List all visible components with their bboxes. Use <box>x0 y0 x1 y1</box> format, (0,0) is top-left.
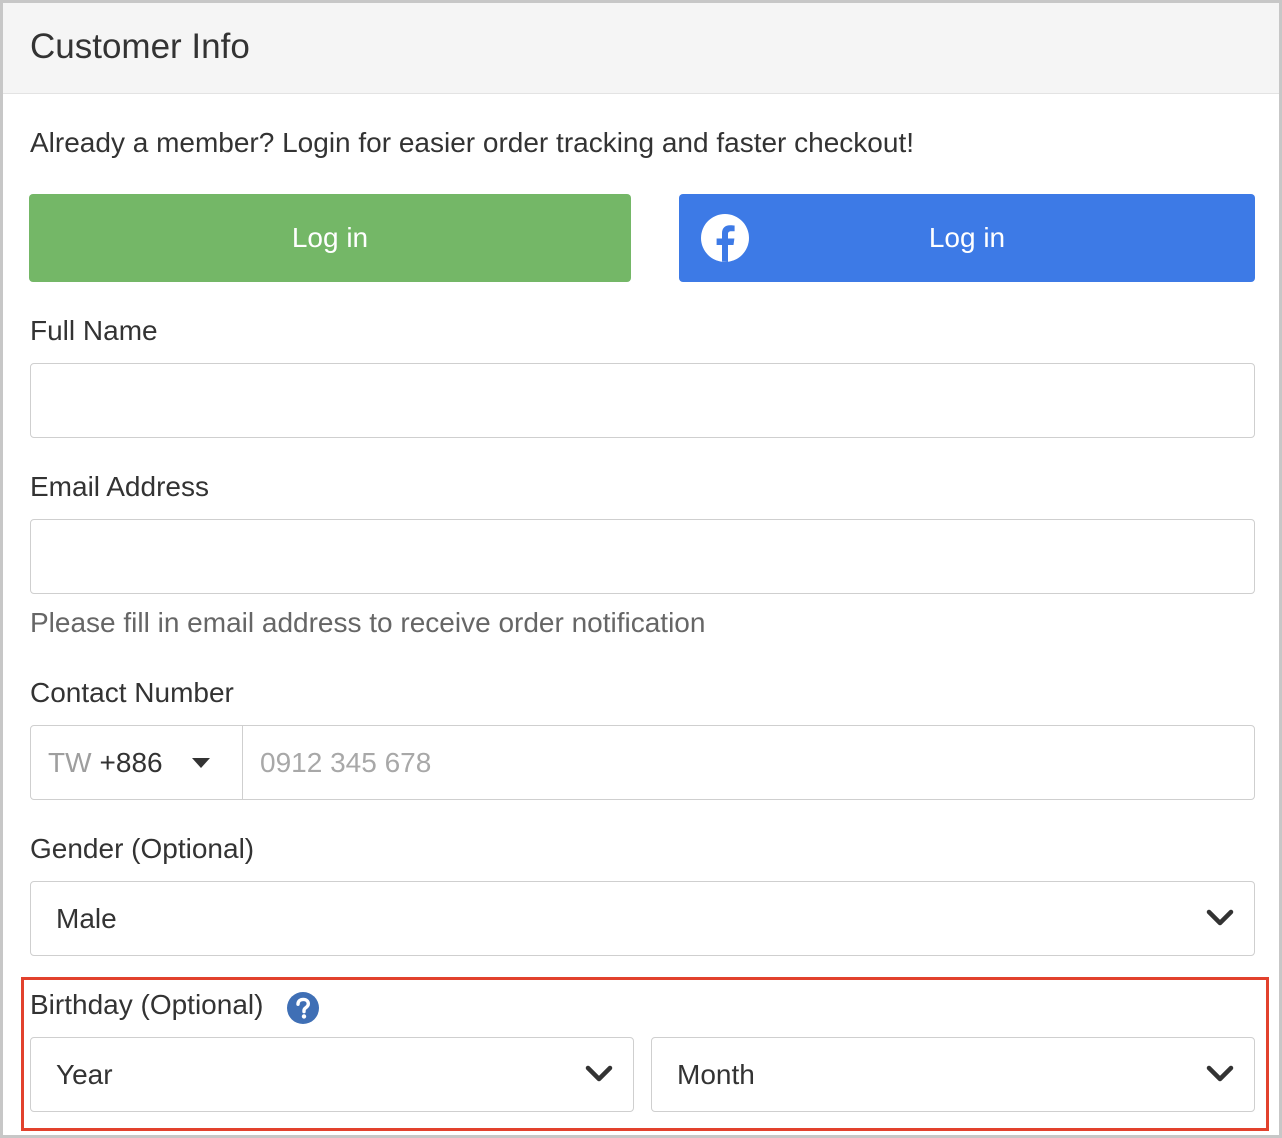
birthday-label: Birthday (Optional) <box>30 989 264 1020</box>
panel-header: Customer Info <box>3 3 1279 94</box>
contact-number-label: Contact Number <box>30 677 234 708</box>
gender-label: Gender (Optional) <box>30 833 255 864</box>
email-field[interactable] <box>30 519 1255 594</box>
full-name-label: Full Name <box>30 315 158 346</box>
country-code-select[interactable]: TW +886 <box>31 726 243 799</box>
dial-code: +886 <box>99 746 163 778</box>
login-button[interactable]: Log in <box>29 194 631 282</box>
login-button-label: Log in <box>291 222 369 253</box>
full-name-field[interactable] <box>30 363 1255 438</box>
chevron-down-icon <box>585 1065 613 1082</box>
month-selected-value: Month <box>677 1058 755 1090</box>
birthday-month-select[interactable]: Month <box>651 1037 1255 1112</box>
member-login-prompt: Already a member? Login for easier order… <box>30 127 915 158</box>
chevron-down-icon <box>1206 909 1234 926</box>
gender-selected-value: Male <box>56 902 117 934</box>
full-name-input[interactable] <box>31 364 1254 437</box>
facebook-login-button[interactable]: Log in <box>679 194 1255 282</box>
panel-title: Customer Info <box>30 27 250 66</box>
facebook-icon <box>701 214 749 262</box>
phone-number-input[interactable] <box>243 726 1254 799</box>
birthday-year-select[interactable]: Year <box>30 1037 634 1112</box>
year-selected-value: Year <box>56 1058 113 1090</box>
email-input[interactable] <box>31 520 1254 593</box>
gender-select[interactable]: Male <box>30 881 1255 956</box>
chevron-down-icon <box>1206 1065 1234 1082</box>
email-hint: Please fill in email address to receive … <box>30 607 706 638</box>
question-circle-icon[interactable] <box>286 991 320 1025</box>
country-code: TW <box>48 746 92 778</box>
email-label: Email Address <box>30 471 209 502</box>
caret-down-icon <box>192 758 210 768</box>
facebook-login-label: Log in <box>928 222 1006 253</box>
customer-info-panel: Customer Info Already a member? Login fo… <box>0 0 1282 1138</box>
contact-number-field: TW +886 <box>30 725 1255 800</box>
